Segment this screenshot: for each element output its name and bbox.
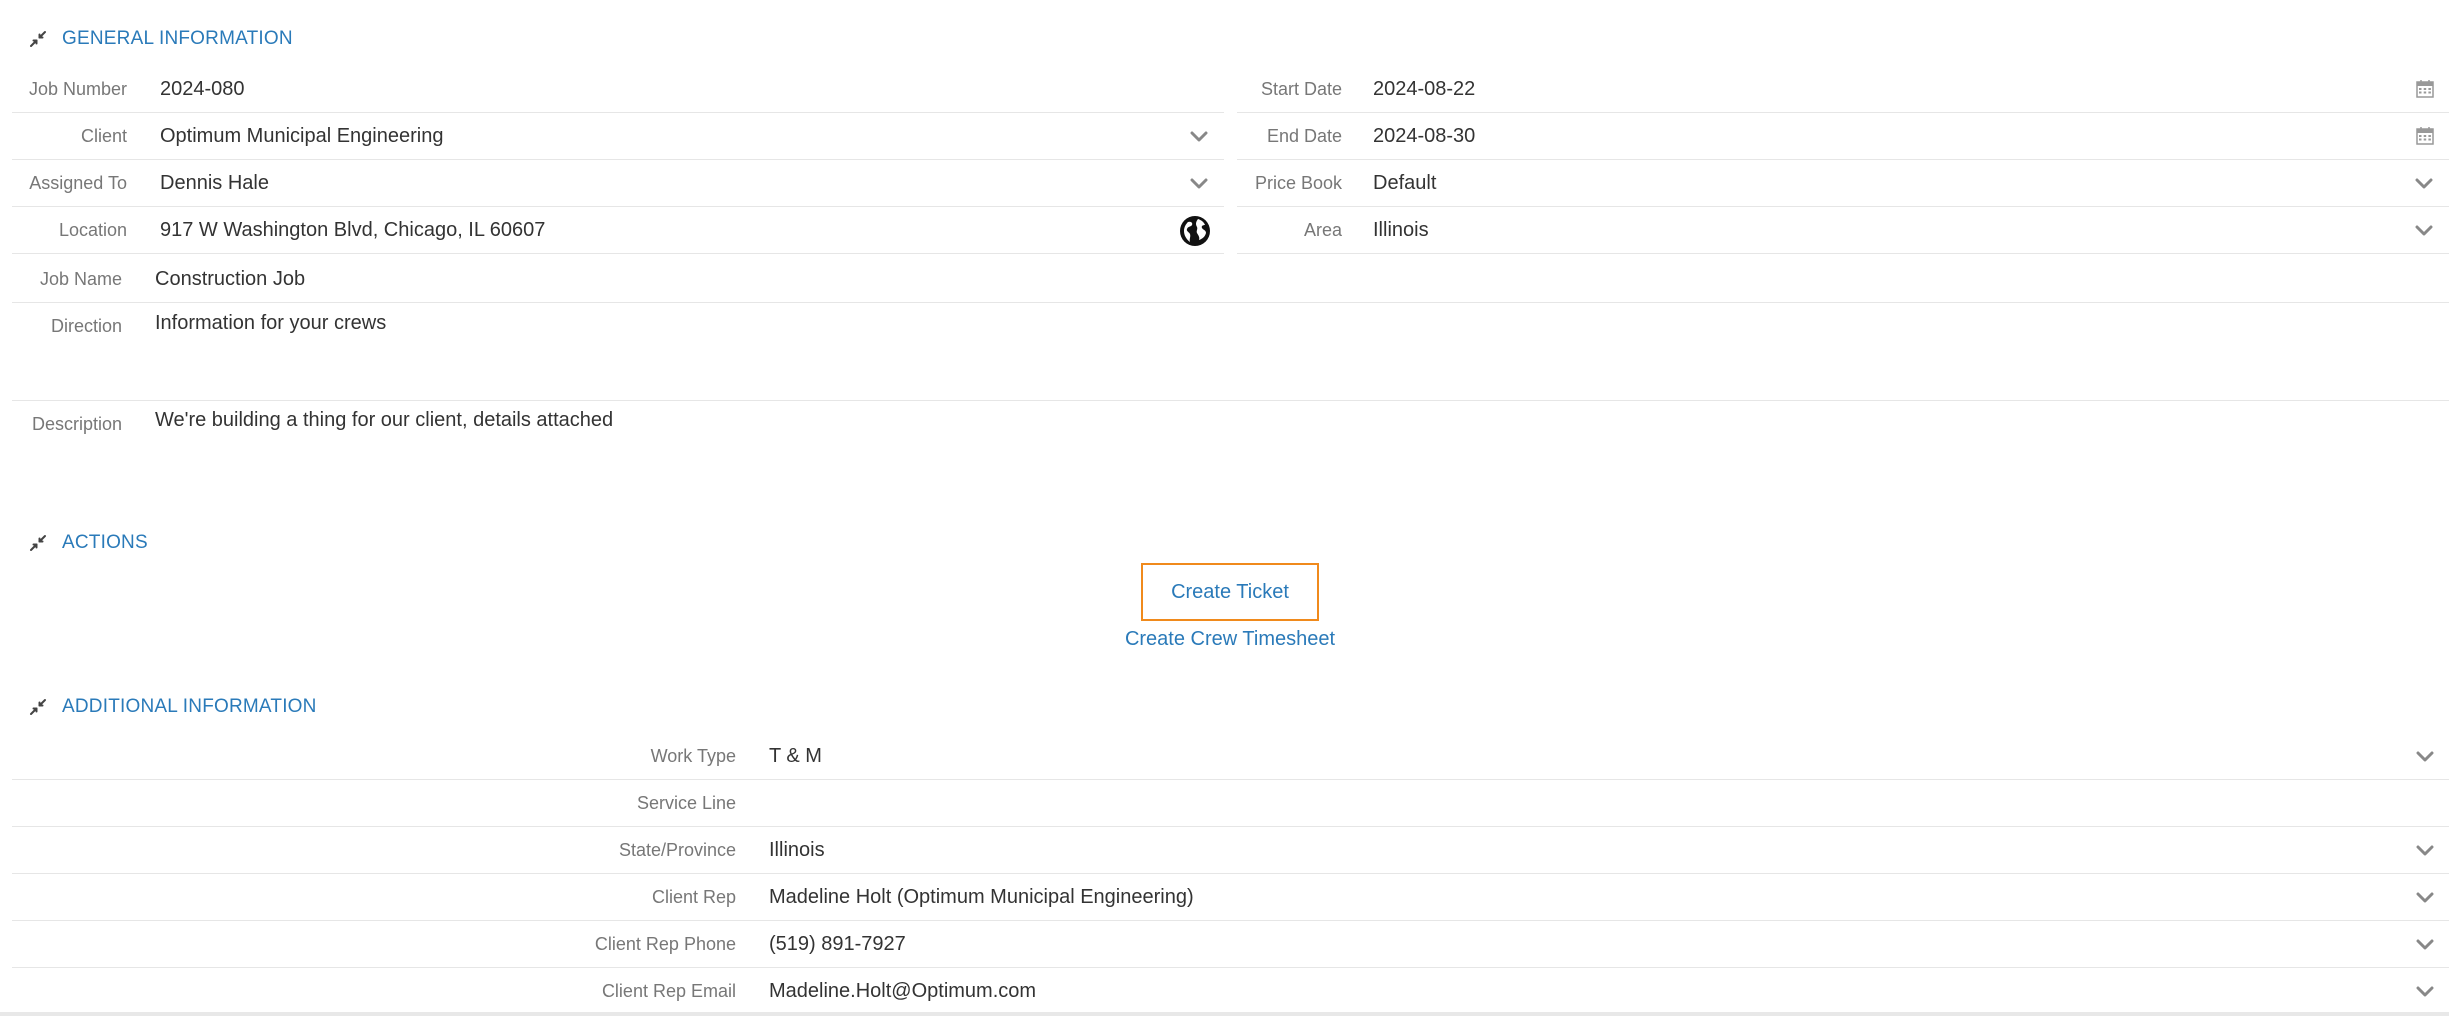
chevron-down-icon[interactable]	[2416, 748, 2434, 766]
calendar-icon[interactable]	[2415, 126, 2435, 146]
client-rep-email-label: Client Rep Email	[601, 981, 736, 1001]
description-textarea[interactable]: We're building a thing for our client, d…	[155, 401, 613, 448]
assigned-to-select[interactable]: Dennis Hale	[160, 160, 269, 207]
chevron-down-icon[interactable]	[1190, 175, 1208, 193]
client-rep-label: Client Rep	[651, 887, 736, 907]
collapse-icon[interactable]	[28, 697, 48, 717]
client-rep-email-select[interactable]: Madeline.Holt@Optimum.com	[769, 968, 1036, 1015]
chevron-down-icon[interactable]	[1190, 128, 1208, 146]
collapse-icon[interactable]	[28, 29, 48, 49]
state-province-select[interactable]: Illinois	[769, 827, 825, 874]
start-date-label: Start Date	[1260, 79, 1342, 99]
work-type-label: Work Type	[650, 746, 736, 766]
general-section-title: GENERAL INFORMATION	[62, 28, 293, 49]
work-type-select[interactable]: T & M	[769, 733, 822, 780]
end-date-row: End Date 2024-08-30	[1237, 113, 2449, 160]
client-rep-phone-label: Client Rep Phone	[594, 934, 736, 954]
job-number-field[interactable]: 2024-080	[160, 66, 245, 113]
chevron-down-icon[interactable]	[2415, 175, 2433, 193]
description-row: Description We're building a thing for o…	[12, 401, 2449, 481]
area-label: Area	[1303, 220, 1342, 240]
end-date-label: End Date	[1266, 126, 1342, 146]
actions-section-title: ACTIONS	[62, 532, 148, 553]
general-section-header[interactable]: GENERAL INFORMATION	[28, 24, 293, 54]
bottom-divider	[0, 1012, 2449, 1016]
location-row: Location 917 W Washington Blvd, Chicago,…	[12, 207, 1224, 254]
client-select[interactable]: Optimum Municipal Engineering	[160, 113, 443, 160]
actions-section-header[interactable]: ACTIONS	[28, 528, 148, 558]
job-name-field[interactable]: Construction Job	[155, 256, 305, 303]
price-book-row[interactable]: Price Book Default	[1237, 160, 2449, 207]
collapse-icon[interactable]	[28, 533, 48, 553]
chevron-down-icon[interactable]	[2415, 222, 2433, 240]
job-name-row: Job Name Construction Job	[12, 256, 2449, 303]
direction-label: Direction	[50, 316, 122, 336]
globe-icon[interactable]	[1179, 215, 1211, 247]
create-ticket-button[interactable]: Create Ticket	[1141, 563, 1319, 621]
client-rep-phone-row[interactable]: Client Rep Phone (519) 891-7927	[12, 921, 2449, 968]
additional-section-title: ADDITIONAL INFORMATION	[62, 696, 317, 717]
assigned-to-row[interactable]: Assigned To Dennis Hale	[12, 160, 1224, 207]
price-book-select[interactable]: Default	[1373, 160, 1436, 207]
state-province-label: State/Province	[618, 840, 736, 860]
additional-section-header[interactable]: ADDITIONAL INFORMATION	[28, 692, 317, 722]
client-rep-email-row[interactable]: Client Rep Email Madeline.Holt@Optimum.c…	[12, 968, 2449, 1015]
service-line-row[interactable]: Service Line	[12, 780, 2449, 827]
chevron-down-icon[interactable]	[2416, 842, 2434, 860]
location-field[interactable]: 917 W Washington Blvd, Chicago, IL 60607	[160, 207, 545, 254]
state-province-row[interactable]: State/Province Illinois	[12, 827, 2449, 874]
client-rep-row[interactable]: Client Rep Madeline Holt (Optimum Munici…	[12, 874, 2449, 921]
client-label: Client	[80, 126, 127, 146]
location-label: Location	[58, 220, 127, 240]
end-date-field[interactable]: 2024-08-30	[1373, 113, 1475, 160]
service-line-label: Service Line	[636, 793, 736, 813]
job-name-label: Job Name	[39, 269, 122, 289]
create-crew-timesheet-link[interactable]: Create Crew Timesheet	[1080, 625, 1380, 653]
start-date-row: Start Date 2024-08-22	[1237, 66, 2449, 113]
chevron-down-icon[interactable]	[2416, 889, 2434, 907]
area-row[interactable]: Area Illinois	[1237, 207, 2449, 254]
direction-textarea[interactable]: Information for your crews	[155, 303, 386, 350]
work-type-row[interactable]: Work Type T & M	[12, 733, 2449, 780]
calendar-icon[interactable]	[2415, 79, 2435, 99]
area-select[interactable]: Illinois	[1373, 207, 1429, 254]
chevron-down-icon[interactable]	[2416, 983, 2434, 1001]
client-rep-select[interactable]: Madeline Holt (Optimum Municipal Enginee…	[769, 874, 1194, 921]
job-number-label: Job Number	[28, 79, 127, 99]
client-row[interactable]: Client Optimum Municipal Engineering	[12, 113, 1224, 160]
description-label: Description	[31, 414, 122, 434]
chevron-down-icon[interactable]	[2416, 936, 2434, 954]
price-book-label: Price Book	[1254, 173, 1342, 193]
client-rep-phone-select[interactable]: (519) 891-7927	[769, 921, 906, 968]
direction-row: Direction Information for your crews	[12, 303, 2449, 401]
assigned-to-label: Assigned To	[29, 173, 127, 193]
start-date-field[interactable]: 2024-08-22	[1373, 66, 1475, 113]
job-number-row: Job Number 2024-080	[12, 66, 1224, 113]
